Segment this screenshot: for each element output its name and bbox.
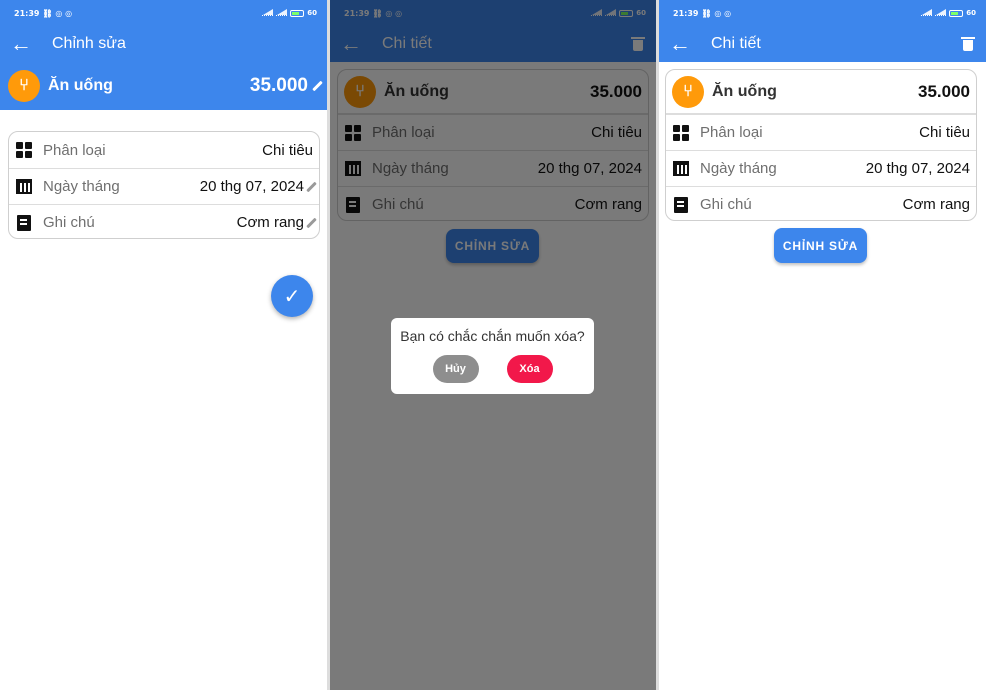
detail-screen: 21:39 ⛓ ◎ ◎ 60 ← Chi tiết ⑂ Ăn uống 35.00… [659, 0, 986, 690]
row-label: Ngày tháng [700, 160, 777, 177]
row-label: Phân loại [43, 141, 106, 159]
cancel-button[interactable]: Hủy [432, 355, 479, 383]
back-arrow-icon[interactable]: ← [669, 33, 695, 55]
calendar-icon [15, 178, 33, 196]
grid-icon [672, 124, 690, 142]
fork-knife-icon: ⑂ [8, 70, 40, 102]
category-name: Ăn uống [48, 77, 113, 94]
status-bar: 21:39⛓ ◎ ◎ 60 [673, 8, 976, 18]
pencil-icon[interactable] [306, 181, 317, 192]
status-time: 21:39 [14, 8, 40, 18]
category-name: Ăn uống [712, 82, 777, 100]
delete-button[interactable]: Xóa [506, 355, 553, 383]
page-title: Chi tiết [711, 35, 761, 52]
battery-icon [290, 9, 305, 17]
signal-icon [276, 9, 288, 16]
row-type: Phân loại Chi tiêu [666, 114, 976, 150]
confirm-button[interactable]: ✓ [271, 275, 313, 317]
details-card: Phân loại Chi tiêu Ngày tháng 20 thg 07,… [8, 131, 320, 239]
note-icon [15, 214, 33, 232]
row-note: Ghi chú Cơm rang [666, 186, 976, 222]
back-arrow-icon[interactable]: ← [10, 33, 36, 55]
note-icon [672, 196, 690, 214]
pencil-icon[interactable] [312, 80, 323, 92]
row-date: Ngày tháng 20 thg 07, 2024 [9, 168, 319, 204]
dialog-message: Bạn có chắc chắn muốn xóa? [400, 328, 585, 344]
category-header: ⑂ Ăn uống 35.000 [0, 62, 327, 110]
trash-icon[interactable] [961, 37, 975, 51]
app-bar: ← Chi tiết [659, 26, 986, 62]
edit-screen: 21:39 ⛓ ◎ ◎ 60 ← Chỉnh sửa ⑂ Ăn uống 35.0… [0, 0, 327, 690]
row-value: 20 thg 07, 2024 [865, 160, 970, 177]
signal-icon [921, 9, 933, 16]
battery-level: 60 [966, 9, 976, 17]
signal-icon [262, 9, 274, 16]
details-card: ⑂ Ăn uống 35.000 Phân loại Chi tiêu Ngày… [665, 69, 977, 221]
signal-icon [935, 9, 947, 16]
edit-button[interactable]: CHỈNH SỬA [774, 228, 867, 263]
app-bar: ← Chỉnh sửa [0, 26, 327, 62]
delete-confirm-dialog: Bạn có chắc chắn muốn xóa? Hủy Xóa [391, 318, 594, 394]
detail-screen-with-dialog: 21:39⛓ ◎ ◎ 60 ← Chi tiết ⑂ Ăn uống 35.00… [330, 0, 656, 690]
category-header: ⑂ Ăn uống 35.000 [666, 70, 976, 114]
check-icon: ✓ [283, 285, 301, 308]
grid-icon [15, 141, 33, 159]
row-value[interactable]: Cơm rang [237, 214, 304, 231]
row-value: Chi tiêu [919, 124, 970, 141]
row-type: Phân loại Chi tiêu [9, 132, 319, 168]
status-bar: 21:39⛓ ◎ ◎ 60 [14, 8, 317, 18]
row-label: Ghi chú [43, 214, 95, 231]
row-value[interactable]: 20 thg 07, 2024 [200, 178, 304, 195]
battery-icon [949, 9, 964, 17]
calendar-icon [672, 160, 690, 178]
row-value: Cơm rang [902, 196, 970, 213]
row-note: Ghi chú Cơm rang [9, 204, 319, 240]
pencil-icon[interactable] [306, 217, 317, 228]
row-label: Ngày tháng [43, 178, 120, 195]
row-date: Ngày tháng 20 thg 07, 2024 [666, 150, 976, 186]
fork-knife-icon: ⑂ [672, 75, 704, 108]
amount-value[interactable]: 35.000 [250, 75, 308, 97]
page-title: Chỉnh sửa [52, 35, 126, 52]
row-label: Ghi chú [700, 196, 752, 213]
status-time: 21:39 [673, 8, 699, 18]
amount-value: 35.000 [918, 81, 970, 101]
row-value[interactable]: Chi tiêu [262, 142, 313, 159]
battery-level: 60 [307, 9, 317, 17]
row-label: Phân loại [700, 124, 763, 141]
